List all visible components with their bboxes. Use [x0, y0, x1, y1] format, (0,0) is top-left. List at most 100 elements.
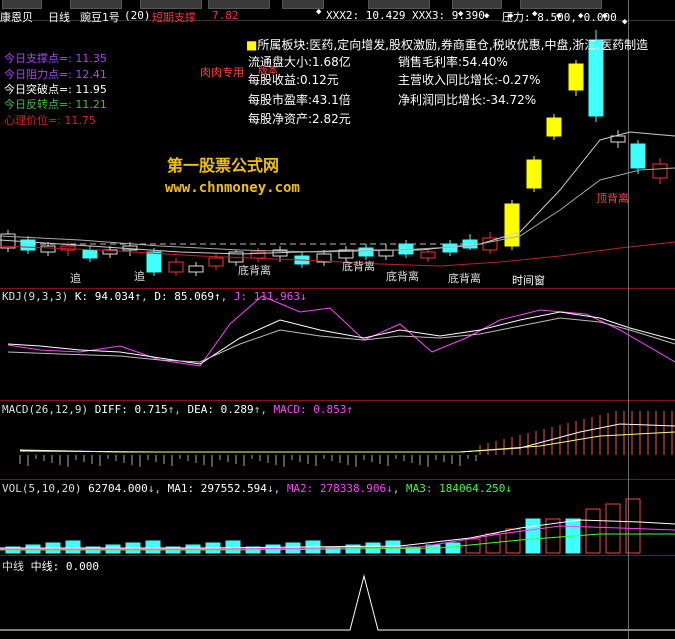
- candle-body: [146, 251, 162, 273]
- kdj-title-row: KDJ(9,3,3) K: 94.034↑, D: 85.069↑, J: 11…: [2, 290, 307, 303]
- volume-bar: [225, 540, 241, 554]
- level-support-value: : 11.35: [68, 52, 107, 65]
- vol-title: VOL(5,10,20): [2, 482, 82, 495]
- level-reversal: 今日反转点=: 11.21: [4, 96, 107, 112]
- volume-bar: [65, 540, 81, 554]
- annotation-zhui-1: 追: [70, 272, 81, 285]
- candle-body: [208, 257, 224, 267]
- annotation-version: 版本: [258, 66, 278, 77]
- macd-diff: DIFF: 0.715: [94, 403, 168, 416]
- panel-divider-macd: [0, 400, 675, 401]
- vol-ma3: MA3: 184064.250: [406, 482, 506, 495]
- level-resistance: 今日阻力点=: 12.41: [4, 66, 107, 82]
- annotation-div-2: 底背离: [342, 260, 375, 273]
- diamond-icon: ◆: [532, 9, 538, 19]
- macd-title-row: MACD(26,12,9) DIFF: 0.715↑, DEA: 0.289↑,…: [2, 403, 354, 416]
- vol-ma2: MA2: 278338.906: [286, 482, 387, 495]
- level-psych-label: 心理价位=: [4, 114, 58, 127]
- down-arrow-icon: ↓: [386, 482, 393, 495]
- eps-value: 0.12元: [300, 73, 339, 87]
- sector-value: 医药,定向增发,股权激励,券商重仓,税收优惠,中盘,浙江,医药制造: [309, 38, 649, 52]
- volume-bar: [525, 518, 541, 554]
- annotation-time-window: 时间窗: [512, 274, 545, 287]
- volume-bar: [605, 503, 621, 554]
- panel-divider-kdj: [0, 288, 675, 289]
- macd-diff-line: [19, 423, 675, 453]
- nav-value: 2.82元: [312, 112, 351, 126]
- annotation-div-3: 底背离: [386, 270, 419, 283]
- kdj-j: J: 111.963: [233, 290, 301, 303]
- margin-value: 54.40%: [462, 55, 508, 69]
- kdj-d: D: 85.069: [154, 290, 214, 303]
- macd-value: MACD: 0.853: [273, 403, 347, 416]
- diamond-icon: ◆: [578, 11, 584, 21]
- profit-value: -34.72%: [486, 93, 537, 107]
- revenue-label: 主营收入同比增长:: [398, 73, 499, 87]
- candle-body: [526, 159, 542, 189]
- candle-body: [546, 117, 562, 137]
- square-bullet-icon: ■: [246, 38, 258, 52]
- level-resistance-label: 今日阻力点=: [4, 68, 69, 81]
- pe-label: 每股市盈率:: [248, 93, 313, 107]
- panel-divider-zx: [0, 555, 675, 556]
- ma-line-red: [0, 241, 675, 267]
- nav-label: 每股净资产:: [248, 112, 313, 126]
- zx-title: 中线: [2, 560, 24, 573]
- candle-body: [82, 249, 98, 259]
- up-arrow-icon: ↑: [253, 403, 261, 416]
- pe-value: 43.1倍: [312, 93, 351, 107]
- up-arrow-icon: ↑: [134, 290, 142, 303]
- level-resistance-value: : 12.41: [68, 68, 107, 81]
- annotation-zhui-2: 追: [134, 270, 145, 283]
- candle-body: [420, 251, 436, 259]
- candle-body: [168, 261, 184, 273]
- annotation-div-1: 底背离: [238, 264, 271, 277]
- zx-line: [0, 574, 675, 631]
- panel-divider-vol: [0, 479, 675, 480]
- diamond-icon: ◆: [458, 9, 464, 19]
- info-nav: 每股净资产:2.82元: [248, 110, 351, 127]
- info-profit: 净利润同比增长:-34.72%: [398, 91, 536, 108]
- down-arrow-icon: ↓: [266, 482, 274, 495]
- kdj-title: KDJ(9,3,3): [2, 290, 69, 303]
- annotation-top-div: 顶背离: [596, 192, 629, 205]
- candle-body: [568, 63, 584, 91]
- level-reversal-label: 今日反转点=: [4, 98, 69, 111]
- level-support-label: 今日支撑点=: [4, 52, 69, 65]
- candle-body: [188, 265, 204, 273]
- ma-line-white: [0, 131, 675, 255]
- kdj-d-line: [7, 317, 675, 363]
- volume-bar: [465, 538, 481, 554]
- info-margin: 销售毛利率:54.40%: [398, 53, 508, 70]
- diamond-icon: ◆: [602, 11, 608, 21]
- candle-body: [358, 247, 374, 257]
- diamond-icon: ◆: [556, 11, 562, 21]
- candle-body: [504, 203, 520, 247]
- level-psych-value: : 11.75: [57, 114, 96, 127]
- info-sector: ■所属板块:医药,定向增发,股权激励,券商重仓,税收优惠,中盘,浙江,医药制造: [246, 36, 648, 53]
- watermark-cn: 第一股票公式网: [167, 156, 280, 175]
- level-breakout-value: : 11.95: [68, 83, 107, 96]
- zx-value: 中线: 0.000: [30, 560, 99, 573]
- level-psych: 心理价位=: 11.75: [4, 112, 96, 128]
- volume-bar: [445, 542, 461, 554]
- kdj-k: K: 94.034: [74, 290, 135, 303]
- annotation-div-4: 底背离: [448, 272, 481, 285]
- level-breakout-label: 今日突破点=: [4, 83, 69, 96]
- sector-label: 所属板块:: [257, 38, 310, 52]
- candle-body: [442, 243, 458, 253]
- candle-body: [40, 245, 56, 253]
- revenue-value: -0.27%: [498, 73, 541, 87]
- watermark-url: www.chnmoney.com: [165, 180, 300, 196]
- volume-bar: [145, 540, 161, 554]
- vol-title-row: VOL(5,10,20) 62704.000↓, MA1: 297552.594…: [2, 482, 512, 495]
- macd-title: MACD(26,12,9): [2, 403, 89, 416]
- up-arrow-icon: ↑: [213, 290, 221, 303]
- cursor-vertical-line: [628, 0, 629, 639]
- vol-ma1: MA1: 297552.594: [167, 482, 267, 495]
- candle-body: [652, 163, 668, 179]
- volume-bar: [425, 544, 441, 554]
- level-reversal-value: : 11.21: [68, 98, 107, 111]
- down-arrow-icon: ↓: [505, 482, 512, 495]
- level-breakout: 今日突破点=: 11.95: [4, 81, 107, 97]
